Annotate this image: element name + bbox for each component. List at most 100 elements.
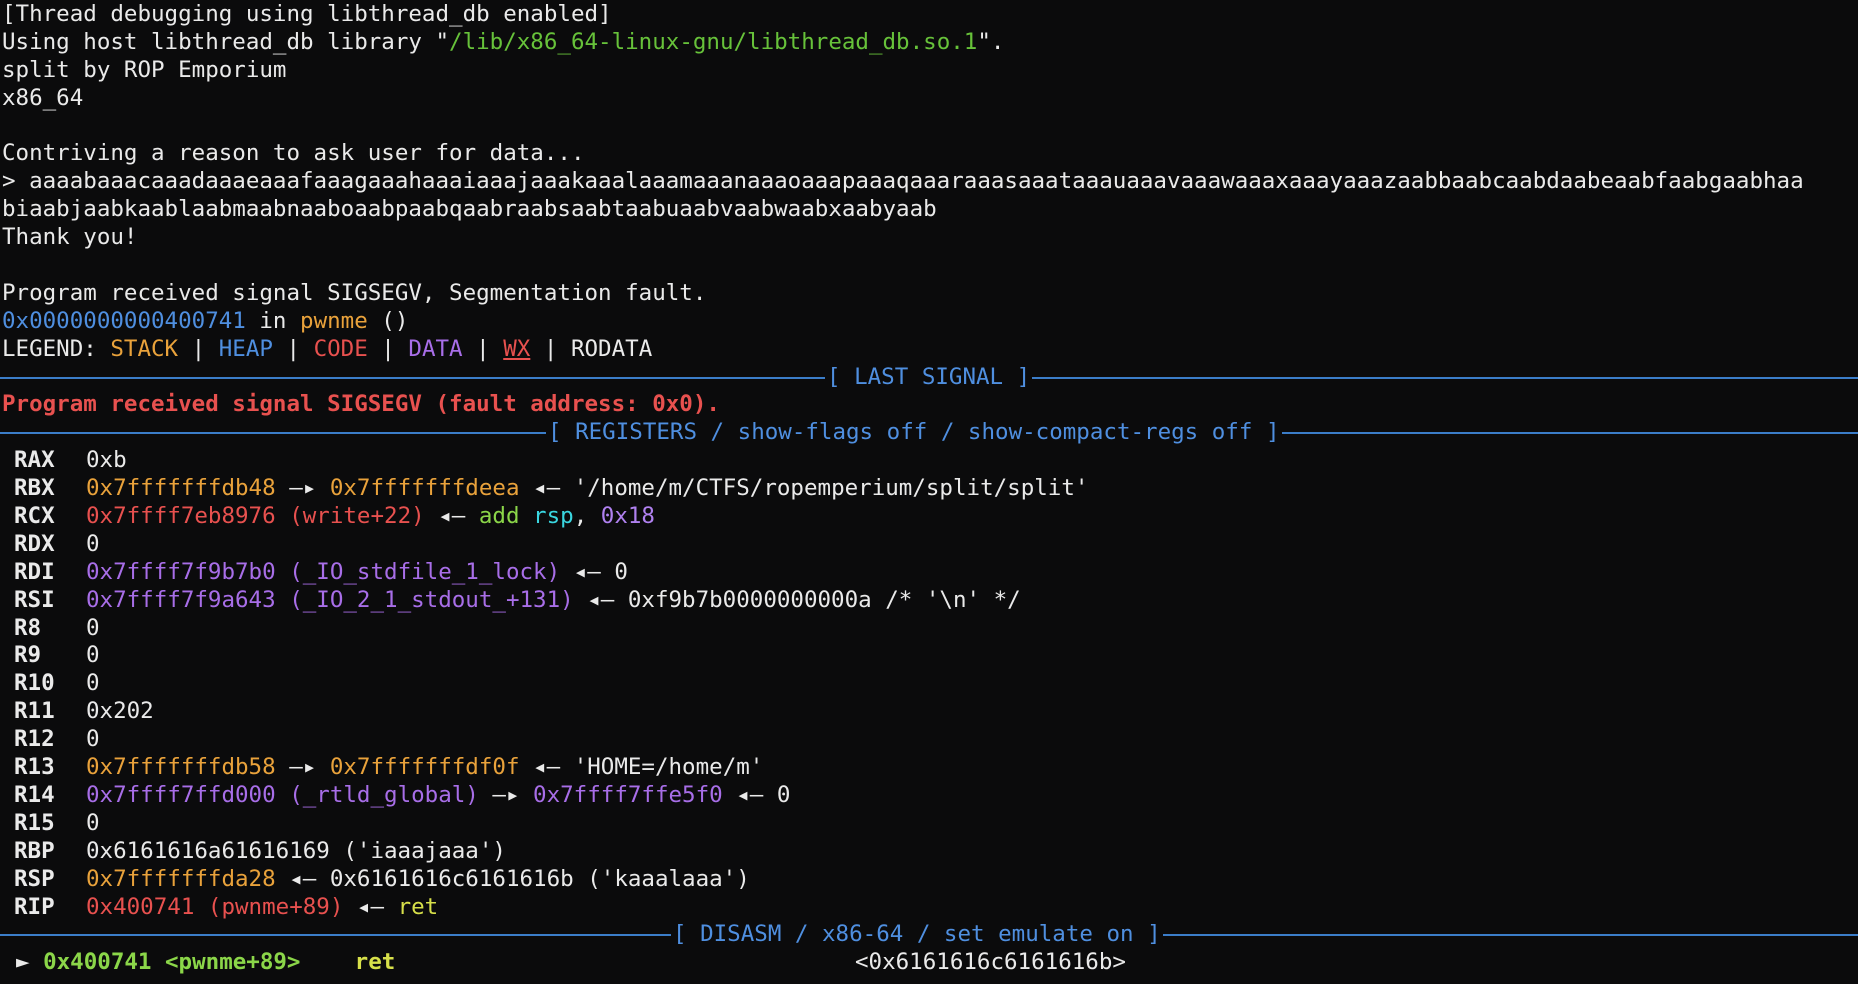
register-value: 0: [86, 642, 100, 669]
last-signal-separator: [ LAST SIGNAL ]: [0, 364, 1858, 392]
registers-separator: [ REGISTERS / show-flags off / show-comp…: [0, 419, 1858, 447]
register-value: 0: [86, 530, 100, 557]
last-signal-title: [ LAST SIGNAL ]: [827, 363, 1031, 390]
deref-value: 0xf9b7b0000000000a /* '\n' */: [627, 586, 1021, 613]
program-thanks: Thank you!: [2, 224, 138, 251]
registers-title: [ REGISTERS / show-flags off / show-comp…: [548, 419, 1280, 446]
register-name: R12: [14, 726, 55, 753]
separator-rule-left: [0, 934, 671, 937]
instruction-reg: rsp: [519, 503, 574, 530]
register-symbol: (_IO_stdfile_1_lock): [275, 558, 561, 585]
libthread-db-suffix: ".: [977, 28, 1005, 55]
disasm-title: [ DISASM / x86-64 / set emulate on ]: [673, 921, 1161, 948]
terminal-window[interactable]: [Thread debugging using libthread_db ena…: [0, 0, 1858, 984]
register-name: RDX: [14, 530, 55, 557]
deref-string: 0: [776, 781, 791, 808]
register-value: 0x7ffff7f9a643: [86, 586, 276, 613]
disasm-separator: [ DISASM / x86-64 / set emulate on ]: [0, 921, 1858, 949]
register-value: 0xb: [86, 447, 127, 474]
disasm-gap: [300, 949, 354, 975]
separator-rule-left: [0, 432, 546, 435]
disasm-current-line: ► 0x400741 <pwnme+89> ret <0x6161616c6161…: [0, 949, 1858, 977]
legend-prefix: LEGEND:: [2, 335, 111, 362]
deref-value: 0x7ffff7ffe5f0: [533, 781, 723, 808]
register-name: RBP: [14, 837, 55, 864]
register-row-r12: R12 0: [0, 726, 1858, 754]
fault-location-line: 0x0000000000400741 in pwnme (): [0, 308, 1858, 336]
legend-sep: |: [367, 335, 409, 362]
fault-function: pwnme: [300, 307, 368, 334]
register-name: RCX: [14, 503, 55, 530]
register-value: 0: [86, 726, 100, 753]
register-symbol: (_IO_2_1_stdout_+131): [275, 586, 574, 613]
register-symbol: (_rtld_global): [275, 781, 479, 808]
register-name: R15: [14, 809, 55, 836]
register-row-rsp: RSP 0x7fffffffda28 ◂— 0x6161616c6161616b …: [0, 866, 1858, 894]
register-value: 0: [86, 809, 100, 836]
program-arch: x86_64: [2, 84, 84, 111]
legend-sep: |: [462, 335, 504, 362]
register-name: RAX: [14, 447, 55, 474]
register-name: R14: [14, 781, 55, 808]
deref-arrow: —▸: [275, 475, 330, 502]
register-row-rsi: RSI 0x7ffff7f9a643 (_IO_2_1_stdout_+131) …: [0, 587, 1858, 615]
deref-value: 0x7fffffffdf0f: [329, 754, 520, 781]
deref-arrow: ◂—: [722, 781, 777, 808]
input-line-1: > aaaabaaacaaadaaaeaaafaaagaaahaaaiaaaja…: [2, 168, 1804, 195]
legend-rodata: RODATA: [570, 335, 653, 362]
legend-wx: WX: [503, 335, 531, 362]
disasm-target: <0x6161616c6161616b>: [855, 949, 1126, 976]
instruction-imm: 0x18: [600, 503, 655, 530]
input-line-2: biaabjaabkaablaabmaabnaaboaabpaabqaabraa…: [2, 196, 937, 223]
register-value: 0x7ffff7ffd000: [86, 781, 276, 808]
separator-rule-right: [1281, 432, 1858, 435]
separator-rule-left: [0, 376, 825, 379]
register-name: RIP: [14, 893, 55, 920]
disasm-op: ret: [354, 949, 396, 976]
legend-data: DATA: [408, 335, 463, 362]
deref-value: 0x7fffffffdeea: [329, 475, 520, 502]
register-name: R13: [14, 754, 55, 781]
legend-heap: HEAP: [218, 335, 273, 362]
deref-arrow: —▸: [478, 781, 534, 808]
signal-message: Program received signal SIGSEGV (fault a…: [2, 391, 720, 418]
register-name: RBX: [14, 475, 55, 502]
deref-arrow: ◂—: [275, 865, 330, 892]
legend-sep: |: [272, 335, 314, 362]
register-value: 0: [86, 614, 100, 641]
deref-arrow: ◂—: [573, 586, 628, 613]
register-value: 0: [86, 670, 100, 697]
register-symbol: (write+22): [275, 503, 425, 530]
register-row-rbp: RBP 0x6161616a61616169 ('iaaajaaa'): [0, 838, 1858, 866]
register-row-rip: RIP 0x400741 (pwnme+89) ◂— ret: [0, 894, 1858, 922]
fault-address: 0x0000000000400741: [2, 307, 246, 334]
register-name: R10: [14, 670, 55, 697]
register-row-r8: R8 0: [0, 615, 1858, 643]
register-row-r11: R11 0x202: [0, 698, 1858, 726]
legend-code: CODE: [313, 335, 368, 362]
register-value: 0x400741: [86, 893, 195, 920]
deref-arrow: ◂—: [343, 893, 398, 920]
register-row-r15: R15 0: [0, 810, 1858, 838]
thread-debug-line: [Thread debugging using libthread_db ena…: [2, 1, 612, 27]
register-value: 0x7ffff7eb8976: [86, 503, 276, 530]
instruction-op: ret: [397, 893, 439, 920]
deref-value: 0x6161616c6161616b ('kaaalaaa'): [329, 865, 750, 892]
register-value: 0x7fffffffda28: [86, 865, 276, 892]
register-row-r14: R14 0x7ffff7ffd000 (_rtld_global) —▸ 0x7f…: [0, 782, 1858, 810]
libthread-db-prefix: Using host libthread_db library ": [2, 28, 450, 55]
deref-arrow: —▸: [275, 754, 330, 781]
register-name: R9: [14, 642, 42, 669]
legend-sep: |: [178, 335, 219, 362]
register-row-rbx: RBX 0x7fffffffdb48 —▸ 0x7fffffffdeea ◂— '…: [0, 475, 1858, 503]
register-value: 0x7fffffffdb48: [86, 475, 276, 502]
register-name: RDI: [14, 558, 55, 585]
register-row-r10: R10 0: [0, 670, 1858, 698]
register-value: 0x7ffff7f9b7b0: [86, 558, 276, 585]
deref-string: '/home/m/CTFS/ropemperium/split/split': [573, 475, 1089, 502]
instruction-comma: ,: [573, 503, 601, 530]
register-row-rdx: RDX 0: [0, 531, 1858, 559]
register-name: RSI: [14, 586, 55, 613]
legend-sep: |: [530, 335, 571, 362]
register-value: 0x6161616a61616169 ('iaaajaaa'): [86, 837, 506, 864]
